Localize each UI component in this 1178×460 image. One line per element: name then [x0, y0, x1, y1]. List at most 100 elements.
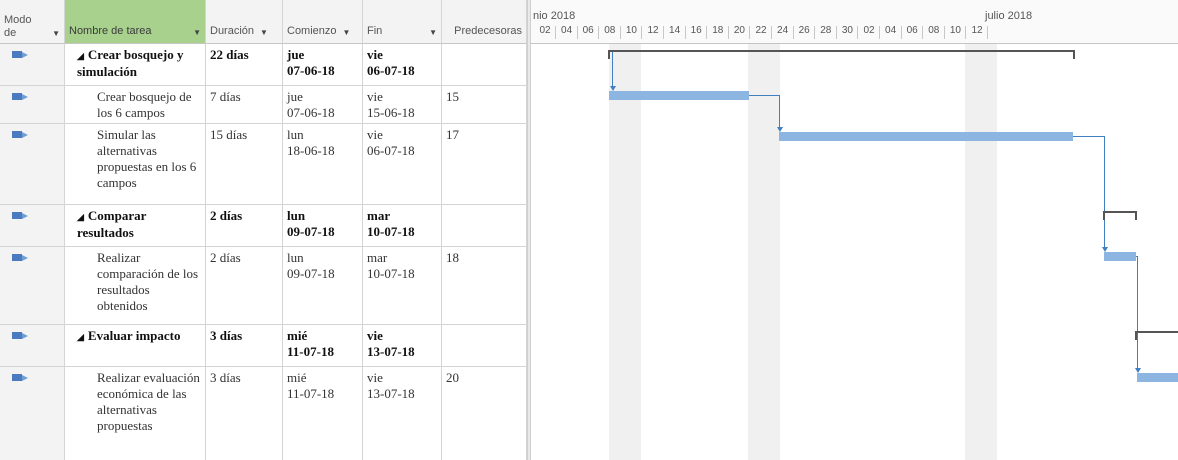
finish-date: 13-07-18 [367, 386, 415, 401]
start-cell[interactable]: jue 07-06-18 [283, 44, 363, 85]
collapse-triangle-icon[interactable]: ◢ [77, 209, 84, 225]
table-row[interactable]: ◢ Evaluar impacto 3 días mié 11-07-18 vie 1… [0, 325, 527, 367]
task-name: Crear bosquejo y simulación [77, 47, 184, 79]
predecessors-cell[interactable] [442, 205, 527, 246]
duration-cell[interactable]: 2 días [206, 247, 283, 324]
dependency-link [1073, 136, 1104, 137]
timescale-day: 08 [604, 25, 616, 36]
task-name-cell[interactable]: Realizar comparación de los resultados o… [65, 247, 206, 324]
task-name: Comparar resultados [77, 208, 147, 240]
table-row[interactable]: ◢ Comparar resultados 2 días lun 09-07-18 … [0, 205, 527, 247]
timescale-month: julio 2018 [985, 10, 1033, 22]
duration-cell[interactable]: 15 días [206, 124, 283, 204]
start-dow: lun [287, 127, 304, 142]
predecessors-cell[interactable]: 20 [442, 367, 527, 460]
collapse-triangle-icon[interactable]: ◢ [77, 329, 84, 345]
timescale-day: 02 [863, 25, 875, 36]
start-cell[interactable]: lun 18-06-18 [283, 124, 363, 204]
start-cell[interactable]: mié 11-07-18 [283, 325, 363, 366]
task-name-cell[interactable]: ◢ Crear bosquejo y simulación [65, 44, 206, 85]
predecessors-cell[interactable]: 17 [442, 124, 527, 204]
column-header-duration[interactable]: Duración ▼ [206, 0, 283, 44]
timescale-header[interactable]: nio 2018 julio 2018 02 04 06 08 10 12 14 16 18 20… [531, 0, 1178, 44]
table-row[interactable]: Crear bosquejo de los 6 campos 7 días ju… [0, 86, 527, 124]
duration-cell[interactable]: 22 días [206, 44, 283, 85]
predecessors-cell[interactable]: 18 [442, 247, 527, 324]
timescale-day: 22 [755, 25, 767, 36]
column-header-name[interactable]: Nombre de tarea ▼ [65, 0, 206, 44]
duration-cell[interactable]: 3 días [206, 367, 283, 460]
start-date: 09-07-18 [287, 224, 335, 239]
table-row[interactable]: Realizar comparación de los resultados o… [0, 247, 527, 325]
predecessors-cell[interactable] [442, 325, 527, 366]
task-name-cell[interactable]: Crear bosquejo de los 6 campos [65, 86, 206, 123]
start-date: 11-07-18 [287, 386, 335, 401]
dropdown-arrow-icon[interactable]: ▼ [429, 28, 437, 37]
finish-date: 13-07-18 [367, 344, 415, 359]
column-header-mode[interactable]: Modo de ▼ [0, 0, 65, 44]
finish-cell[interactable]: vie 15-06-18 [363, 86, 442, 123]
start-cell[interactable]: lun 09-07-18 [283, 247, 363, 324]
gantt-chart: nio 2018 julio 2018 02 04 06 08 10 12 14 16 18 20… [531, 0, 1178, 460]
duration-cell[interactable]: 3 días [206, 325, 283, 366]
start-dow: jue [287, 47, 305, 62]
timescale-tick [987, 26, 988, 39]
timescale-day: 10 [949, 25, 961, 36]
dropdown-arrow-icon[interactable]: ▼ [260, 28, 268, 37]
column-header-finish-label: Fin [367, 25, 383, 37]
timescale-day: 08 [928, 25, 940, 36]
table-row[interactable]: Realizar evaluación económica de las alt… [0, 367, 527, 460]
finish-cell[interactable]: mar 10-07-18 [363, 247, 442, 324]
task-name-cell[interactable]: ◢ Evaluar impacto [65, 325, 206, 366]
summary-bar[interactable] [1103, 211, 1137, 213]
finish-dow: mar [367, 208, 391, 223]
dependency-link [779, 95, 780, 130]
start-cell[interactable]: jue 07-06-18 [283, 86, 363, 123]
finish-cell[interactable]: mar 10-07-18 [363, 205, 442, 246]
timescale-day: 26 [798, 25, 810, 36]
finish-dow: vie [367, 328, 383, 343]
column-header-start[interactable]: Comienzo ▼ [283, 0, 363, 44]
duration-cell[interactable]: 7 días [206, 86, 283, 123]
finish-dow: vie [367, 89, 383, 104]
task-bar[interactable] [1137, 373, 1178, 382]
finish-cell[interactable]: vie 13-07-18 [363, 367, 442, 460]
start-cell[interactable]: mié 11-07-18 [283, 367, 363, 460]
start-date: 07-06-18 [287, 105, 335, 120]
task-bar[interactable] [609, 91, 749, 100]
start-date: 07-06-18 [287, 63, 335, 78]
task-bar[interactable] [779, 132, 1073, 141]
collapse-triangle-icon[interactable]: ◢ [77, 48, 84, 64]
finish-cell[interactable]: vie 13-07-18 [363, 325, 442, 366]
timescale-day: 10 [625, 25, 637, 36]
dropdown-arrow-icon[interactable]: ▼ [193, 28, 201, 37]
dropdown-arrow-icon[interactable]: ▼ [343, 28, 351, 37]
dropdown-arrow-icon[interactable]: ▼ [52, 27, 60, 40]
task-bar[interactable] [1104, 252, 1136, 261]
finish-dow: vie [367, 370, 383, 385]
dependency-link [1137, 256, 1138, 370]
finish-dow: mar [367, 250, 388, 265]
table-row[interactable]: ◢ Crear bosquejo y simulación 22 días jue… [0, 44, 527, 86]
nonworking-days-shade [965, 44, 997, 460]
column-header-predecessors[interactable]: Predecesoras [442, 0, 527, 44]
start-cell[interactable]: lun 09-07-18 [283, 205, 363, 246]
predecessors-cell[interactable] [442, 44, 527, 85]
finish-cell[interactable]: vie 06-07-18 [363, 44, 442, 85]
finish-cell[interactable]: vie 06-07-18 [363, 124, 442, 204]
summary-bar-end [1135, 211, 1137, 220]
summary-bar[interactable] [608, 50, 1075, 52]
task-name-cell[interactable]: ◢ Comparar resultados [65, 205, 206, 246]
table-row[interactable]: Simular las alternativas propuestas en l… [0, 124, 527, 205]
summary-bar-end [1135, 331, 1137, 340]
column-header-finish[interactable]: Fin ▼ [363, 0, 442, 44]
duration-cell[interactable]: 2 días [206, 205, 283, 246]
column-header-mode-line2: de [4, 27, 17, 39]
task-table: Modo de ▼ Nombre de tarea ▼ Duración ▼ Comi… [0, 0, 527, 460]
timescale-day: 04 [561, 25, 573, 36]
task-name-cell[interactable]: Realizar evaluación económica de las alt… [65, 367, 206, 460]
predecessors-cell[interactable]: 15 [442, 86, 527, 123]
summary-bar[interactable] [1135, 331, 1178, 333]
task-name-cell[interactable]: Simular las alternativas propuestas en l… [65, 124, 206, 204]
start-dow: lun [287, 208, 306, 223]
